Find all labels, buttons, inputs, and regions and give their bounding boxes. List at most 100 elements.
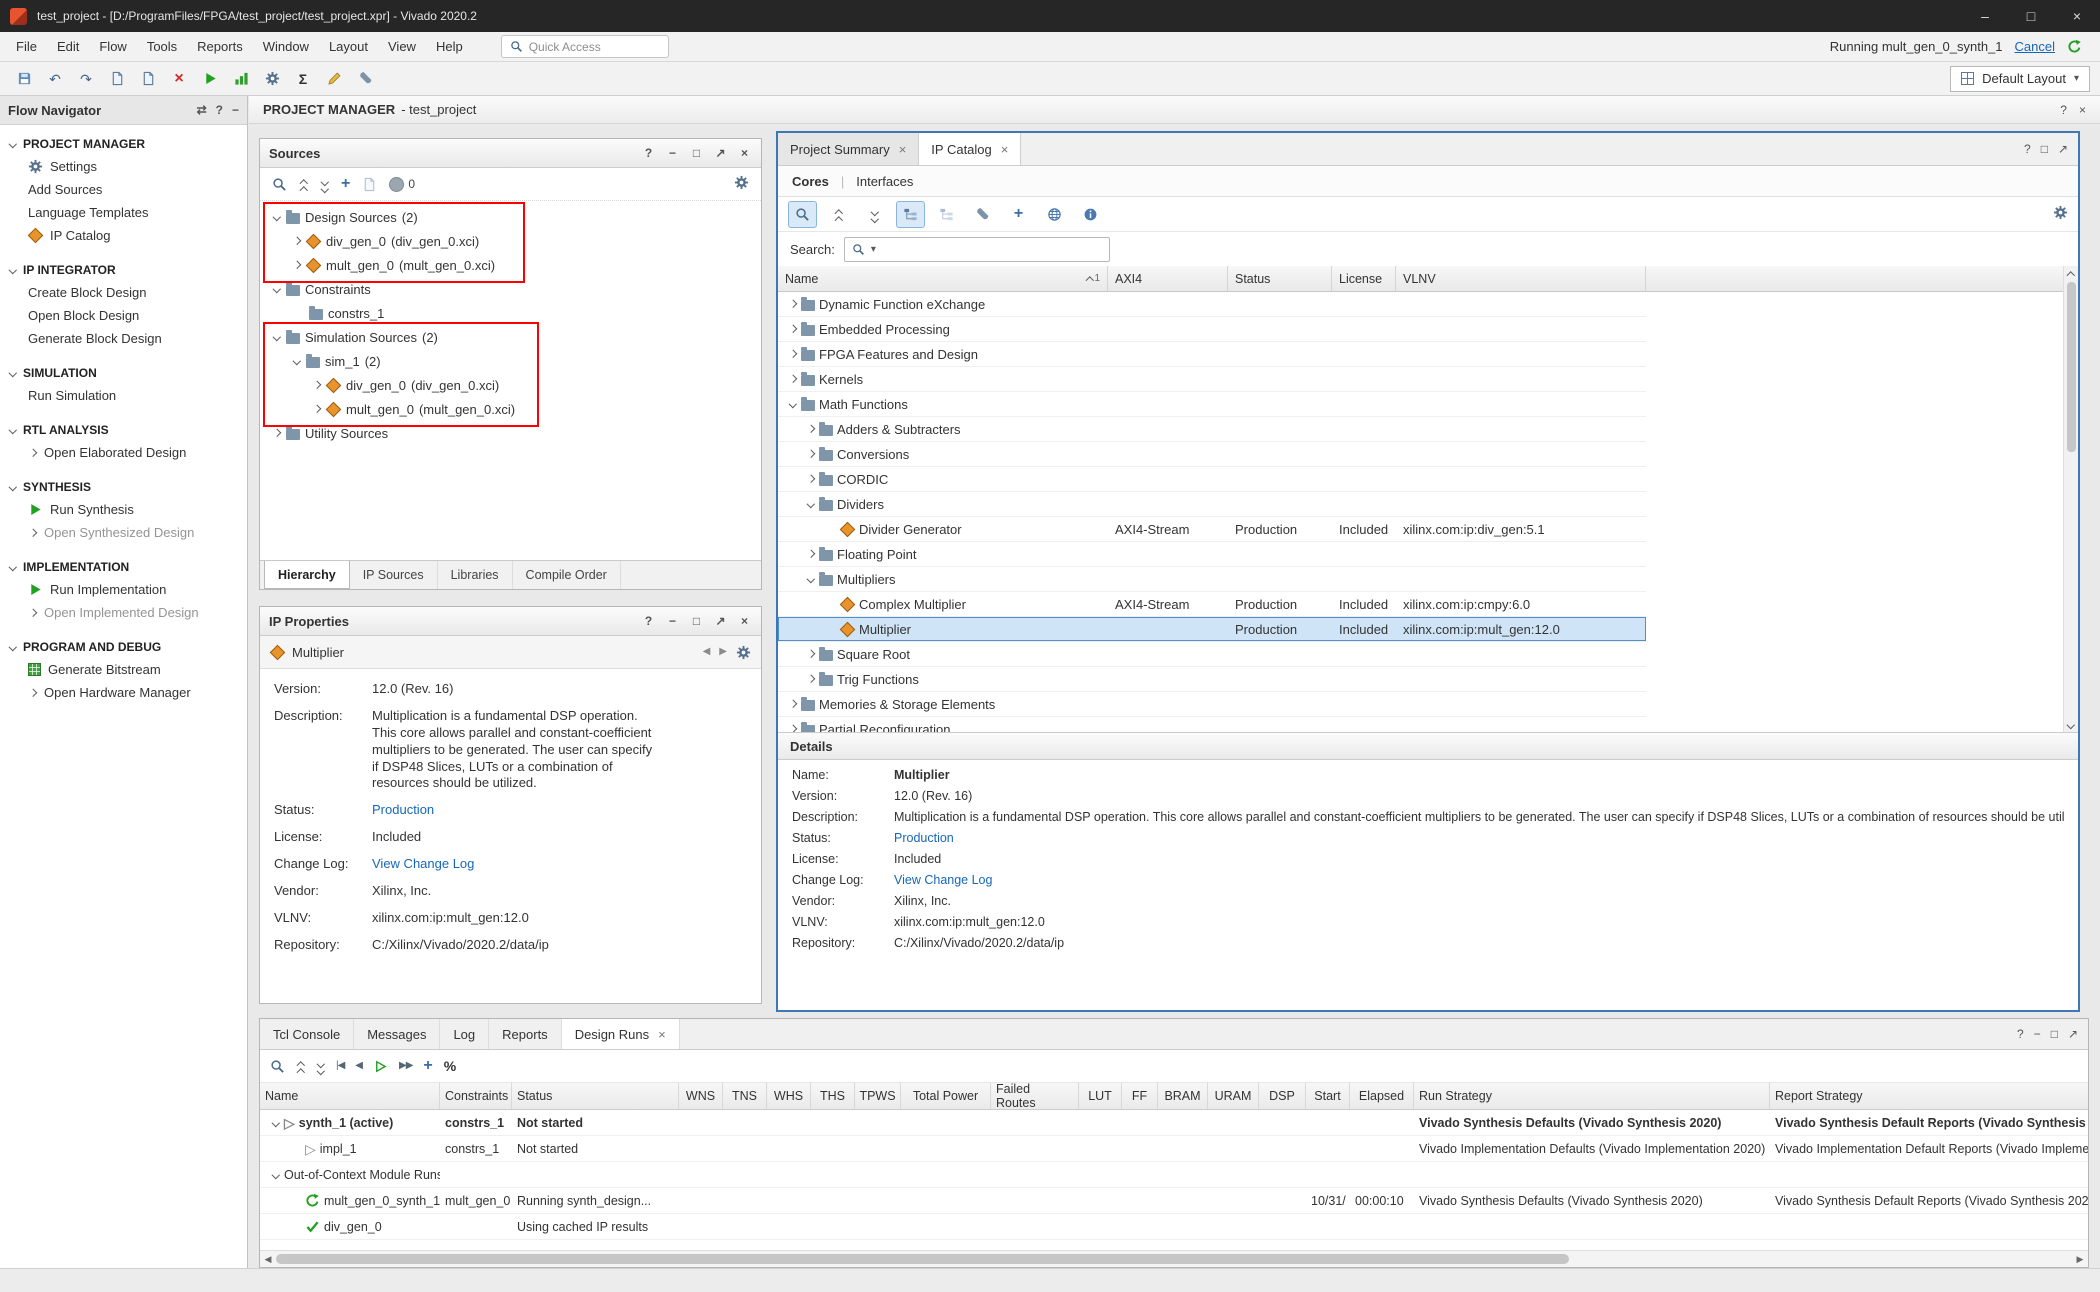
minimize-icon[interactable]: −	[665, 614, 680, 628]
scroll-left-icon[interactable]: ◀	[260, 1254, 276, 1265]
go-to-start-button[interactable]: |◀	[336, 1061, 344, 1071]
results-tab-design-runs[interactable]: Design Runs×	[562, 1019, 680, 1049]
runs-column-bram[interactable]: BRAM	[1158, 1083, 1208, 1109]
create-runs-button[interactable]: +	[423, 1058, 432, 1074]
scroll-right-icon[interactable]: ▶	[2072, 1254, 2088, 1265]
results-tab-reports[interactable]: Reports	[489, 1019, 562, 1049]
menu-flow[interactable]: Flow	[89, 34, 136, 59]
expander-icon[interactable]	[806, 550, 815, 559]
expander-icon[interactable]	[312, 381, 321, 390]
expander-icon[interactable]	[806, 450, 815, 459]
delete-button[interactable]: ×	[165, 66, 193, 92]
minimize-icon[interactable]: −	[665, 146, 680, 160]
menu-tools[interactable]: Tools	[137, 34, 187, 59]
property-value[interactable]: View Change Log	[372, 856, 474, 873]
help-icon[interactable]: ?	[641, 614, 656, 628]
ip-row-square-root[interactable]: Square Root	[778, 642, 1646, 667]
runs-column-dsp[interactable]: DSP	[1259, 1083, 1306, 1109]
ip-row-fpga-features-and-design[interactable]: FPGA Features and Design	[778, 342, 1646, 367]
maximize-icon[interactable]: ↗	[2068, 1027, 2078, 1041]
search-button[interactable]	[788, 201, 817, 228]
ip-row-multipliers[interactable]: Multipliers	[778, 567, 1646, 592]
flow-item-run-synthesis[interactable]: Run Synthesis	[0, 498, 247, 521]
expander-icon[interactable]	[788, 375, 797, 384]
sources-tab-libraries[interactable]: Libraries	[438, 561, 513, 589]
close-tab-icon[interactable]: ×	[658, 1027, 666, 1042]
menu-layout[interactable]: Layout	[319, 34, 378, 59]
toggle-percentage-button[interactable]: %	[444, 1059, 456, 1073]
expander-icon[interactable]	[272, 213, 281, 222]
run-row-div-gen-0[interactable]: div_gen_0Using cached IP results	[260, 1214, 2088, 1240]
add-ip-button[interactable]: +	[1004, 201, 1033, 228]
expander-icon[interactable]	[788, 725, 797, 733]
runs-column-tns[interactable]: TNS	[723, 1083, 767, 1109]
run-row-synth-1-active[interactable]: ▷synth_1 (active)constrs_1Not startedViv…	[260, 1110, 2088, 1136]
tab-interfaces[interactable]: Interfaces	[856, 174, 913, 189]
ip-row-kernels[interactable]: Kernels	[778, 367, 1646, 392]
runs-column-total-power[interactable]: Total Power	[901, 1083, 991, 1109]
step-back-button[interactable]: ◀	[355, 1061, 362, 1071]
flow-item-run-implementation[interactable]: Run Implementation	[0, 578, 247, 601]
maximize-icon[interactable]: ↗	[713, 614, 728, 628]
runs-column-status[interactable]: Status	[512, 1083, 679, 1109]
run-row-mult-gen-0-synth-1[interactable]: mult_gen_0_synth_1mult_gen_0Running synt…	[260, 1188, 2088, 1214]
expander-icon[interactable]	[271, 1170, 280, 1179]
minimize-icon[interactable]: −	[2034, 1027, 2041, 1041]
search-button[interactable]	[270, 1059, 285, 1074]
ip-row-complex-multiplier[interactable]: Complex MultiplierAXI4-StreamProductionI…	[778, 592, 1646, 617]
expander-icon[interactable]	[806, 675, 815, 684]
ip-row-dynamic-function-exchange[interactable]: Dynamic Function eXchange	[778, 292, 1646, 317]
ip-row-embedded-processing[interactable]: Embedded Processing	[778, 317, 1646, 342]
column-header-name[interactable]: Name1	[778, 266, 1108, 291]
runs-column-ff[interactable]: FF	[1122, 1083, 1158, 1109]
report-utilization-button[interactable]: Σ	[289, 66, 317, 92]
tab-cores[interactable]: Cores	[792, 174, 829, 189]
column-header-vlnv[interactable]: VLNV	[1396, 266, 1646, 291]
progress-spinner-icon[interactable]	[2067, 39, 2082, 54]
flow-section-header-synthesis[interactable]: SYNTHESIS	[0, 476, 247, 498]
redo-button[interactable]: ↷	[72, 66, 100, 92]
source-item-design-sources[interactable]: Design Sources(2)	[266, 205, 761, 229]
expander-icon[interactable]	[292, 357, 301, 366]
flow-item-open-elaborated-design[interactable]: Open Elaborated Design	[0, 441, 247, 464]
flow-section-header-rtl-analysis[interactable]: RTL ANALYSIS	[0, 419, 247, 441]
layout-selector[interactable]: Default Layout ▾	[1950, 66, 2090, 92]
flow-item-add-sources[interactable]: Add Sources	[0, 178, 247, 201]
float-icon[interactable]: □	[2041, 142, 2048, 156]
group-by-category-button[interactable]	[896, 201, 925, 228]
flow-item-open-synthesized-design[interactable]: Open Synthesized Design	[0, 521, 247, 544]
flow-item-language-templates[interactable]: Language Templates	[0, 201, 247, 224]
menu-edit[interactable]: Edit	[47, 34, 89, 59]
open-file-properties-button[interactable]	[362, 177, 377, 192]
menu-file[interactable]: File	[6, 34, 47, 59]
help-icon[interactable]: ?	[2060, 103, 2067, 117]
flow-section-header-project-manager[interactable]: PROJECT MANAGER	[0, 133, 247, 155]
source-item-simulation-sources[interactable]: Simulation Sources(2)	[266, 325, 761, 349]
help-icon[interactable]: ?	[2017, 1027, 2024, 1041]
expander-icon[interactable]	[292, 237, 301, 246]
search-button[interactable]	[272, 177, 287, 192]
expander-icon[interactable]	[272, 285, 281, 294]
help-icon[interactable]: ?	[641, 146, 656, 160]
debug-probes-button[interactable]	[351, 66, 379, 92]
settings-button[interactable]	[258, 66, 286, 92]
float-icon[interactable]: □	[689, 614, 704, 628]
flow-section-header-program-and-debug[interactable]: PROGRAM AND DEBUG	[0, 636, 247, 658]
close-icon[interactable]: ×	[737, 614, 752, 628]
help-icon[interactable]: ?	[2024, 142, 2031, 156]
flow-item-open-hardware-manager[interactable]: Open Hardware Manager	[0, 681, 247, 704]
quick-access-search[interactable]: Quick Access	[501, 35, 669, 58]
messages-badge-button[interactable]: 0	[389, 177, 415, 192]
launch-runs-button[interactable]	[373, 1059, 388, 1074]
save-button[interactable]	[10, 66, 38, 92]
ip-settings-button[interactable]	[968, 201, 997, 228]
close-button[interactable]: ×	[2054, 0, 2100, 32]
expander-icon[interactable]	[806, 475, 815, 484]
ip-row-trig-functions[interactable]: Trig Functions	[778, 667, 1646, 692]
flow-section-header-implementation[interactable]: IMPLEMENTATION	[0, 556, 247, 578]
close-tab-icon[interactable]: ×	[899, 142, 907, 157]
expander-icon[interactable]	[806, 650, 815, 659]
runs-column-wns[interactable]: WNS	[679, 1083, 723, 1109]
flow-item-create-block-design[interactable]: Create Block Design	[0, 281, 247, 304]
detail-value[interactable]: Production	[894, 831, 954, 845]
